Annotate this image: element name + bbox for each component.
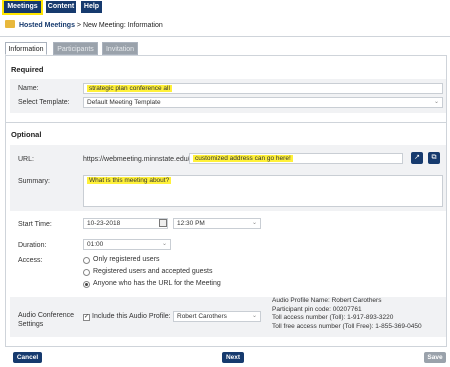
cancel-button[interactable]: Cancel <box>13 352 42 363</box>
calendar-icon[interactable] <box>159 219 167 227</box>
start-time-select[interactable]: 12:30 PM ⌄ <box>173 218 261 229</box>
audio-profile-select[interactable]: Robert Carothers ⌄ <box>173 311 261 322</box>
breadcrumb-current: New Meeting: Information <box>82 22 163 29</box>
summary-value: What is this meeting about? <box>87 177 172 184</box>
start-time-value: 12:30 PM <box>177 220 205 227</box>
nav-meetings[interactable]: Meetings <box>2 0 43 15</box>
audio-info-line: Toll access number (Toll): 1-917-893-322… <box>272 314 394 321</box>
section-optional-title: Optional <box>11 130 42 139</box>
nav-content[interactable]: Content <box>46 1 76 13</box>
chevron-down-icon: ⌄ <box>251 220 257 226</box>
start-date-value: 10-23-2018 <box>87 220 121 227</box>
tab-invitation[interactable]: Invitation <box>102 42 138 55</box>
access-label: Access: <box>18 257 43 264</box>
url-prefix: https://webmeeting.minnstate.edu/ <box>83 156 190 163</box>
name-value: strategic plan conference all <box>87 85 172 92</box>
name-field[interactable]: strategic plan conference all <box>83 83 443 94</box>
save-button[interactable]: Save <box>424 352 446 363</box>
start-time-label: Start Time: <box>18 221 52 228</box>
tab-information[interactable]: Information <box>5 42 47 55</box>
chevron-down-icon: ⌄ <box>433 99 439 105</box>
summary-label: Summary: <box>18 178 50 185</box>
template-label: Select Template: <box>18 99 70 106</box>
tab-participants[interactable]: Participants <box>53 42 98 55</box>
url-label: URL: <box>18 156 34 163</box>
audio-label: Audio Conference <box>18 312 75 319</box>
breadcrumb-separator: > <box>76 22 82 29</box>
access-radio-guests[interactable] <box>83 269 90 276</box>
next-button[interactable]: Next <box>222 352 244 363</box>
template-value: Default Meeting Template <box>87 99 161 106</box>
breadcrumb: Hosted Meetings > New Meeting: Informati… <box>5 20 163 32</box>
url-value: customized address can go here! <box>193 155 293 162</box>
duration-select[interactable]: 01:00 ⌄ <box>83 239 171 250</box>
breadcrumb-hosted-meetings[interactable]: Hosted Meetings <box>19 22 75 29</box>
access-radio-anyone[interactable] <box>83 281 90 288</box>
chevron-down-icon: ⌄ <box>251 313 257 319</box>
audio-include-checkbox[interactable]: ✓ <box>83 314 90 321</box>
nav-help[interactable]: Help <box>81 1 102 13</box>
summary-field[interactable]: What is this meeting about? <box>83 175 443 207</box>
access-option-label: Registered users and accepted guests <box>93 268 213 275</box>
audio-info-line: Toll free access number (Toll Free): 1-8… <box>272 322 422 330</box>
section-divider <box>6 122 446 123</box>
access-option-label: Anyone who has the URL for the Meeting <box>93 280 221 287</box>
section-required-title: Required <box>11 65 44 74</box>
folder-icon <box>5 20 15 29</box>
audio-include-label: Include this Audio Profile: <box>92 313 171 320</box>
audio-label-2: Settings <box>18 321 44 328</box>
access-radio-registered[interactable] <box>83 257 90 264</box>
top-navigation: Meetings Content Help <box>0 0 450 15</box>
duration-value: 01:00 <box>87 241 104 248</box>
chevron-down-icon: ⌄ <box>161 241 167 247</box>
audio-info-line: Participant pin code: 00207761 <box>272 305 362 313</box>
access-option-label: Only registered users <box>93 256 160 263</box>
audio-info: Audio Profile Name: Robert Carothers Par… <box>272 297 422 331</box>
template-select[interactable]: Default Meeting Template ⌄ <box>83 97 443 108</box>
divider <box>0 36 450 37</box>
audio-profile-value: Robert Carothers <box>177 313 227 320</box>
name-label: Name: <box>18 85 39 92</box>
copy-icon[interactable]: ⧉ <box>428 152 440 164</box>
open-external-icon[interactable]: ↗ <box>411 152 423 164</box>
start-date-field[interactable]: 10-23-2018 <box>83 218 168 229</box>
audio-info-line: Audio Profile Name: Robert Carothers <box>272 297 382 304</box>
url-field[interactable]: customized address can go here! <box>189 153 403 164</box>
duration-label: Duration: <box>18 242 47 249</box>
